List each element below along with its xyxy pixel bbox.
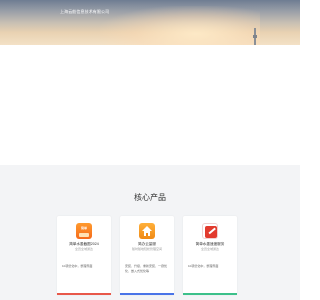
company-name: 上海云舫信息技术有限公司 bbox=[60, 9, 110, 14]
section-title: 核心产品 bbox=[134, 193, 166, 202]
product-subtitle: 全员全域通达 bbox=[200, 247, 219, 251]
hero-banner: 上海云舫信息技术有限公司 bbox=[0, 0, 300, 45]
house-icon bbox=[139, 223, 155, 239]
app-icon-orange: 简单 bbox=[76, 223, 92, 239]
card-accent-bar bbox=[120, 293, 174, 295]
product-subtitle: 全员全域通达 bbox=[74, 247, 93, 251]
content-area bbox=[0, 45, 300, 165]
page: 上海云舫信息技术有限公司 核心产品 简单 简单水墨截图2024 全员全域通达 1… bbox=[0, 0, 300, 300]
product-description: 10项优化中，整理界面 bbox=[188, 264, 219, 268]
sunset-glow bbox=[100, 6, 260, 45]
tower-silhouette bbox=[253, 28, 257, 45]
pen-doc-icon bbox=[202, 223, 218, 239]
product-subtitle: 随时随地轻松管理空间 bbox=[131, 247, 162, 251]
card-accent-bar bbox=[183, 293, 237, 295]
product-card[interactable]: 简办云量服 随时随地轻松管理空间 安装、升级、重新安装、一键优化、嵌入式优化等 bbox=[120, 216, 174, 295]
products-section: 核心产品 简单 简单水墨截图2024 全员全域通达 10项优化中，整理界面 简办… bbox=[0, 165, 300, 300]
product-card[interactable]: 简单 简单水墨截图2024 全员全域通达 10项优化中，整理界面 bbox=[57, 216, 111, 295]
card-accent-bar bbox=[57, 293, 111, 295]
product-card[interactable]: 简单水墨速度服务 全员全域通达 10项优化中，整理界面 bbox=[183, 216, 237, 295]
product-description: 安装、升级、重新安装、一键优化、嵌入式优化等 bbox=[125, 264, 168, 273]
product-description: 10项优化中，整理界面 bbox=[62, 264, 93, 268]
